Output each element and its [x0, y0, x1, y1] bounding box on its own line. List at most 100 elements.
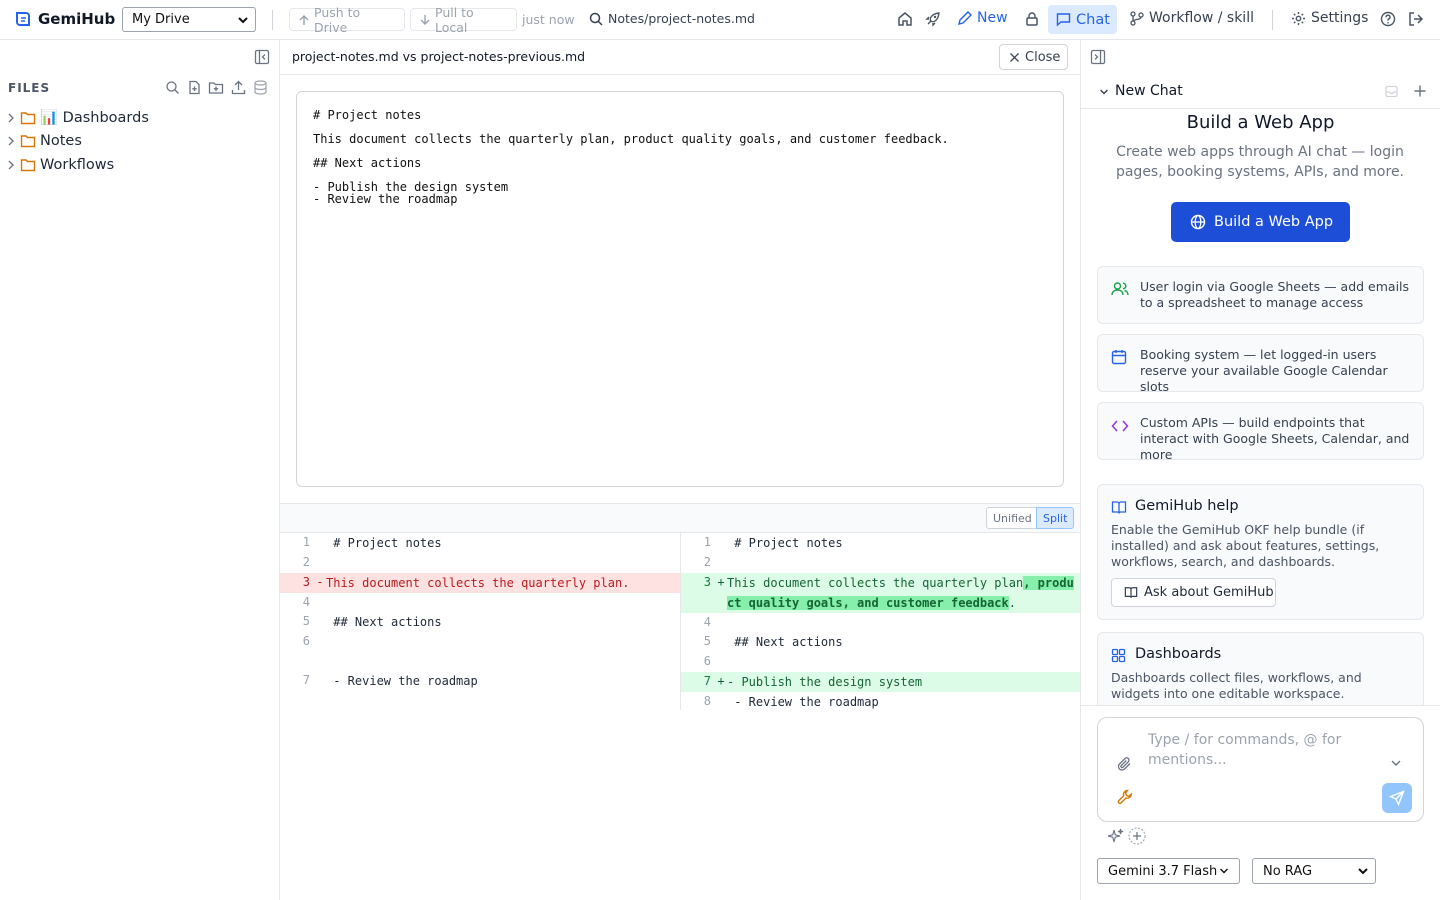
chevron-down-icon[interactable] — [1099, 87, 1109, 97]
rocket-icon[interactable] — [925, 11, 941, 27]
chat-button[interactable]: Chat — [1048, 5, 1117, 34]
brand[interactable]: GemiHub — [14, 10, 115, 28]
chevron-down-icon[interactable] — [1390, 758, 1402, 768]
editor-line: ## Next actions — [313, 156, 422, 170]
file-path-search[interactable]: Notes/project-notes.md — [589, 11, 755, 26]
unified-toggle[interactable]: Unified — [986, 507, 1039, 529]
diff-row: 1 # Project notes — [280, 533, 680, 553]
line-number: 6 — [703, 654, 711, 668]
diff-right-pane: 1 # Project notes 2 3 + This document collec… — [681, 533, 1080, 712]
globe-icon — [1190, 214, 1206, 230]
build-web-app-label: Build a Web App — [1214, 214, 1334, 230]
settings-label: Settings — [1311, 10, 1369, 26]
line-number: 4 — [703, 614, 711, 629]
diff-sign — [314, 533, 326, 535]
tree-folder-workflows[interactable]: Workflows — [6, 157, 114, 173]
line-text: # Project notes — [326, 531, 680, 553]
template-card-apis[interactable]: Custom APIs — build endpoints that inter… — [1097, 402, 1424, 462]
dashboard-grid-icon — [1111, 648, 1126, 663]
files-title: FILES — [8, 81, 51, 95]
diff-sign — [314, 553, 326, 555]
pull-to-local-button[interactable]: Pull to Local — [410, 5, 517, 35]
dashboards-card-clip: Dashboards Dashboards collect files, wor… — [1081, 632, 1440, 706]
send-button[interactable] — [1382, 783, 1412, 813]
close-icon — [1009, 52, 1020, 63]
split-toggle[interactable]: Split — [1036, 507, 1075, 529]
card-text: Booking system — let logged-in users res… — [1140, 347, 1388, 394]
chat-label: Chat — [1076, 11, 1110, 28]
line-text-segment: This document collects the quarterly pla… — [326, 575, 630, 590]
chat-input-box[interactable]: Type / for commands, @ for mentions... — [1097, 717, 1424, 822]
book-icon — [1124, 586, 1138, 599]
line-text-segment: ## Next actions — [326, 615, 442, 629]
code-icon — [1111, 419, 1129, 433]
dashboards-description: Dashboards collect files, workflows, and… — [1111, 670, 1362, 701]
help-icon[interactable] — [1380, 11, 1396, 27]
line-number: 1 — [302, 535, 310, 549]
close-button[interactable]: Close — [999, 44, 1068, 70]
lock-icon[interactable] — [1024, 11, 1040, 27]
line-text-segment: . — [1008, 595, 1016, 610]
line-number: 3 — [302, 574, 310, 589]
diff-sign — [715, 692, 727, 694]
plus-icon[interactable] — [1413, 84, 1427, 98]
workflow-skill-button[interactable]: Workflow / skill — [1130, 10, 1254, 26]
rag-select[interactable]: No RAG — [1252, 858, 1376, 884]
book-icon — [1111, 500, 1127, 515]
add-circle-icon[interactable] — [1128, 827, 1146, 845]
line-text-segment: ## Next actions — [727, 635, 843, 649]
home-icon[interactable] — [897, 11, 913, 27]
line-text: ## Next actions — [326, 610, 680, 632]
build-web-app-button[interactable]: Build a Web App — [1171, 202, 1350, 242]
archive-icon[interactable] — [1384, 84, 1399, 99]
logout-icon[interactable] — [1408, 11, 1424, 27]
new-chat-title[interactable]: New Chat — [1115, 83, 1183, 99]
line-number — [280, 652, 310, 654]
collapse-sidebar-icon[interactable] — [254, 49, 270, 65]
tree-folder-notes[interactable]: Notes — [6, 133, 82, 149]
line-text: - Review the roadmap — [727, 690, 1080, 712]
line-text: ## Next actions — [727, 630, 1080, 652]
chevron-down-icon — [1357, 866, 1369, 876]
push-label: Push to Drive — [314, 4, 361, 35]
gemihub-logo-icon — [14, 10, 32, 28]
line-text-segment: - Review the roadmap — [727, 694, 879, 709]
ask-about-gemihub-button[interactable]: Ask about GemiHub — [1111, 578, 1276, 607]
settings-button[interactable]: Settings — [1291, 10, 1368, 26]
database-icon[interactable] — [253, 80, 268, 95]
new-file-icon[interactable] — [187, 80, 202, 95]
tree-folder-dashboards[interactable]: 📊 Dashboards — [6, 109, 149, 126]
calendar-icon — [1111, 349, 1127, 365]
line-number: 5 — [302, 614, 310, 628]
card-text: Custom APIs — build endpoints that inter… — [1140, 415, 1410, 462]
collapse-panel-icon[interactable] — [1090, 49, 1106, 65]
line-number: 7 — [703, 673, 711, 688]
tree-label: 📊 Dashboards — [40, 110, 149, 126]
diff-row: 5 ## Next actions — [280, 612, 680, 632]
upload-icon[interactable] — [231, 80, 246, 95]
sparkles-icon[interactable] — [1108, 828, 1124, 844]
line-text — [727, 611, 1080, 613]
template-card-login[interactable]: User login via Google Sheets — add email… — [1097, 266, 1424, 324]
new-button[interactable]: New — [957, 10, 1008, 26]
dashboards-card[interactable]: Dashboards Dashboards collect files, wor… — [1097, 632, 1424, 706]
drive-select[interactable]: My Drive — [122, 7, 256, 32]
new-folder-icon[interactable] — [208, 80, 224, 95]
diff-sign — [715, 632, 727, 634]
text-editor[interactable]: # Project notes This document collects t… — [296, 91, 1064, 487]
tree-label: Workflows — [40, 157, 115, 173]
line-number: 8 — [703, 693, 711, 708]
search-files-icon[interactable] — [165, 80, 180, 95]
diff-row: 7 + - Publish the design system — [681, 671, 1080, 692]
divider — [1272, 10, 1273, 30]
model-select[interactable]: Gemini 3.7 Flash — [1097, 858, 1240, 884]
wrench-icon[interactable] — [1117, 789, 1133, 805]
paperclip-icon[interactable] — [1117, 756, 1133, 772]
push-to-drive-button[interactable]: Push to Drive — [289, 5, 405, 35]
card-text: User login via Google Sheets — add email… — [1140, 279, 1410, 310]
diff-sign: + — [717, 673, 725, 688]
folder-icon — [20, 111, 36, 125]
rag-select-value: No RAG — [1263, 863, 1313, 879]
template-card-booking[interactable]: Booking system — let logged-in users res… — [1097, 334, 1424, 394]
diff-row: 1 # Project notes — [681, 533, 1080, 553]
